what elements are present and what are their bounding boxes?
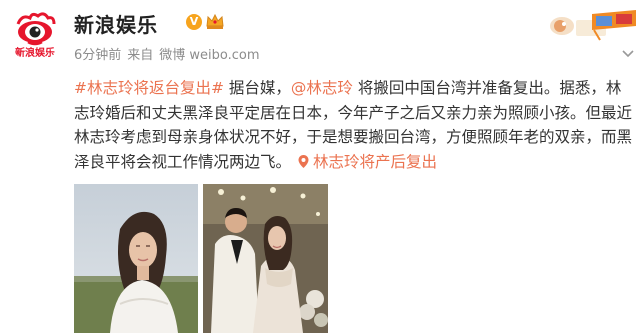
- chevron-down-icon[interactable]: [622, 50, 634, 58]
- 3d-glasses-icon: [550, 10, 636, 41]
- verified-v-icon: V: [186, 14, 202, 30]
- post-text: #林志玲将返台复出# 据台媒，@林志玲 将搬回中国台湾并准备复出。据悉，林志玲婚…: [74, 76, 636, 174]
- weibo-post: 新浪娱乐 新浪娱乐 V 6分钟前 来自 微博 weibo.com #林志玲将返台复出…: [0, 0, 640, 333]
- hashtag-link[interactable]: #林志玲将返台复出#: [74, 79, 224, 97]
- author-name[interactable]: 新浪娱乐: [74, 9, 158, 38]
- author-avatar[interactable]: 新浪娱乐: [8, 8, 62, 62]
- topic-link[interactable]: 林志玲将产后复出: [296, 153, 437, 171]
- source-prefix: 来自: [127, 48, 154, 63]
- sina-eye-logo-icon: 新浪娱乐: [9, 9, 61, 61]
- post-image-2[interactable]: [203, 184, 328, 333]
- portrait-photo: [74, 184, 198, 333]
- link-icon: [298, 154, 309, 168]
- avatar-logo-text: 新浪娱乐: [15, 46, 55, 59]
- post-text-part1: 据台媒，: [223, 79, 291, 97]
- post-meta: 6分钟前 来自 微博 weibo.com: [74, 44, 266, 63]
- topic-link-label: 林志玲将产后复出: [312, 152, 437, 171]
- post-source[interactable]: 微博 weibo.com: [159, 48, 259, 63]
- post-image-1[interactable]: [74, 184, 198, 333]
- wedding-photo: [203, 184, 328, 333]
- crown-icon[interactable]: [205, 12, 225, 30]
- mention-link[interactable]: @林志玲: [291, 79, 353, 97]
- post-time[interactable]: 6分钟前: [74, 48, 121, 63]
